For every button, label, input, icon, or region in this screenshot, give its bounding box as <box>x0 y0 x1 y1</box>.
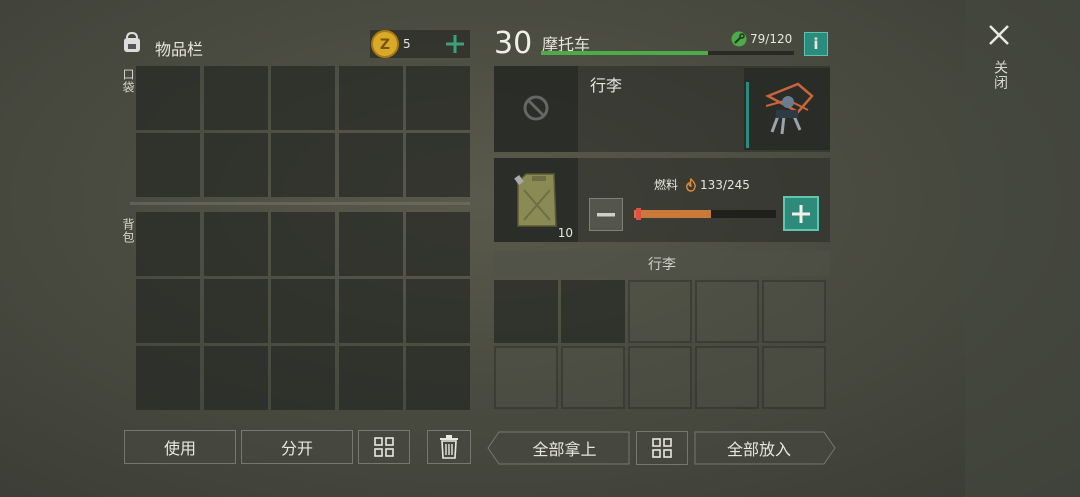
vehicle-level: 30 <box>494 26 533 61</box>
durability-bar-track <box>541 51 794 55</box>
inventory-slot[interactable] <box>406 133 470 197</box>
trunk-sort-button[interactable] <box>636 431 688 465</box>
coin-icon: Z <box>371 30 399 58</box>
trunk-section-header: 行李 <box>494 251 830 276</box>
add-coins-button[interactable] <box>444 33 466 55</box>
trunk-section-label: 行李 <box>648 256 676 273</box>
close-label: 关闭 <box>992 60 1008 90</box>
grid-icon <box>652 438 672 458</box>
inventory-slot[interactable] <box>203 212 268 276</box>
inventory-slot[interactable] <box>406 66 470 130</box>
inventory-slot[interactable] <box>695 346 759 409</box>
close-icon <box>989 25 1009 45</box>
inventory-slot[interactable] <box>338 66 403 130</box>
inventory-slot[interactable] <box>494 346 558 409</box>
trash-button[interactable] <box>427 430 471 464</box>
wrench-icon <box>731 31 747 47</box>
fuel-slider-fill <box>634 210 712 218</box>
put-all-button[interactable]: 全部放入 <box>694 431 836 465</box>
inventory-slot[interactable] <box>628 280 692 343</box>
fuel-item-slot[interactable]: 10 <box>494 158 578 242</box>
motorcycle-part-icon <box>765 82 814 135</box>
durability-value: 79/120 <box>750 32 793 46</box>
part-slot[interactable] <box>744 68 830 150</box>
divider <box>130 202 470 205</box>
inventory-slot[interactable] <box>406 279 470 343</box>
inventory-slot[interactable] <box>561 346 625 409</box>
inventory-slot[interactable] <box>203 66 268 130</box>
inventory-title: 物品栏 <box>155 40 204 59</box>
part-progress-stripe <box>746 82 749 148</box>
locked-slot[interactable] <box>494 66 578 152</box>
inventory-slot[interactable] <box>271 133 335 197</box>
jerrycan-icon <box>514 173 557 227</box>
inventory-slot[interactable] <box>695 280 759 343</box>
trash-icon <box>440 435 458 459</box>
take-all-label: 全部拿上 <box>532 440 597 459</box>
inventory-slot[interactable] <box>338 346 403 410</box>
inventory-slot[interactable] <box>561 280 625 343</box>
info-button[interactable]: i <box>804 32 828 56</box>
inventory-slot[interactable] <box>338 212 403 276</box>
plus-icon <box>792 204 810 223</box>
fuel-increase-button[interactable] <box>783 196 819 231</box>
put-all-label: 全部放入 <box>726 440 791 459</box>
inventory-slot[interactable] <box>762 280 826 343</box>
close-button[interactable]: 关闭 <box>982 20 1016 110</box>
fuel-label-row: 燃料 133/245 <box>654 176 750 193</box>
inventory-slot[interactable] <box>271 66 335 130</box>
inventory-slot[interactable] <box>271 346 335 410</box>
inventory-slot[interactable] <box>203 133 268 197</box>
inventory-slot[interactable] <box>203 279 268 343</box>
inventory-slot[interactable] <box>406 212 470 276</box>
inventory-slot[interactable] <box>136 346 200 410</box>
inventory-slot[interactable] <box>762 346 826 409</box>
minus-icon <box>597 212 615 216</box>
inventory-slot[interactable] <box>494 280 558 343</box>
inventory-slot[interactable] <box>338 133 403 197</box>
inventory-slot[interactable] <box>136 66 200 130</box>
durability-bar-fill <box>541 51 708 55</box>
inventory-slot[interactable] <box>136 133 200 197</box>
inventory-slot[interactable] <box>271 279 335 343</box>
grid-icon <box>374 437 394 457</box>
use-button[interactable]: 使用 <box>124 430 236 464</box>
split-button[interactable]: 分开 <box>241 430 353 464</box>
flame-icon <box>686 177 696 192</box>
inventory-slot[interactable] <box>136 212 200 276</box>
svg-text:Z: Z <box>380 37 390 53</box>
fuel-value: 133/245 <box>700 177 750 192</box>
backpack-icon <box>124 31 140 52</box>
inventory-slot[interactable] <box>136 279 200 343</box>
backpack-label: 背包 <box>121 218 135 244</box>
pocket-label: 口袋 <box>121 68 135 94</box>
fuel-item-count: 10 <box>557 226 573 240</box>
inventory-slot[interactable] <box>628 346 692 409</box>
fuel-label: 燃料 <box>654 178 679 192</box>
take-all-button[interactable]: 全部拿上 <box>487 431 630 465</box>
fuel-decrease-button[interactable] <box>589 198 623 231</box>
trunk-title: 行李 <box>590 76 623 95</box>
fuel-slider-track[interactable] <box>634 208 776 220</box>
fuel-slider-handle[interactable] <box>636 208 641 220</box>
inventory-slot[interactable] <box>203 346 268 410</box>
sort-button[interactable] <box>358 430 410 464</box>
inventory-slot[interactable] <box>271 212 335 276</box>
inventory-slot[interactable] <box>406 346 470 410</box>
inventory-slot[interactable] <box>338 279 403 343</box>
coin-count: 5 <box>403 37 411 51</box>
blocked-icon <box>523 95 549 121</box>
